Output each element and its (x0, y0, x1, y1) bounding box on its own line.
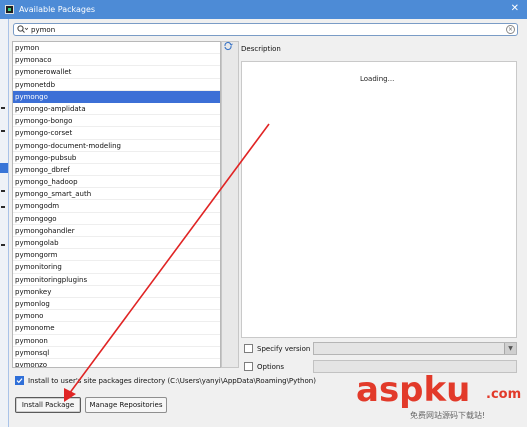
package-row[interactable]: pymonome (13, 322, 220, 335)
manage-repositories-button[interactable]: Manage Repositories (85, 397, 167, 413)
package-row[interactable]: pymonitoringplugins (13, 274, 220, 286)
install-to-user-row[interactable]: Install to user's site packages director… (15, 376, 316, 385)
search-input[interactable]: pymon × (13, 23, 518, 36)
dialog-body: pymon × pymon pymonaco pymonerowallet pymon… (8, 19, 527, 427)
options-field[interactable] (313, 360, 517, 373)
package-row[interactable]: pymongo-corset (13, 127, 220, 140)
package-row[interactable]: pymongo-bongo (13, 115, 220, 128)
options-row[interactable]: Options (244, 362, 284, 371)
specify-version-label: Specify version (257, 344, 311, 353)
options-label: Options (257, 362, 285, 371)
strip-selection (0, 163, 8, 173)
package-row[interactable]: pymongo_hadoop (13, 176, 220, 189)
package-row[interactable]: pymongo_dbref (13, 164, 220, 177)
package-list-scrollbar[interactable] (221, 41, 239, 368)
strip-mark (1, 190, 5, 192)
window-title: Available Packages (19, 5, 96, 14)
description-label: Description (241, 45, 281, 53)
search-value: pymon (31, 25, 56, 34)
install-package-button[interactable]: Install Package (15, 397, 81, 413)
loading-text: Loading... (360, 75, 395, 83)
package-row[interactable]: pymonetdb (13, 79, 220, 91)
reload-icon[interactable] (223, 41, 233, 51)
package-row[interactable]: pymongo-amplidata (13, 103, 220, 116)
package-row[interactable]: pymonon (13, 335, 220, 347)
clear-search-icon[interactable]: × (506, 25, 515, 34)
specify-version-checkbox[interactable] (244, 344, 253, 353)
check-icon (16, 378, 23, 384)
strip-mark (1, 244, 5, 246)
package-row[interactable]: pymongolab (13, 237, 220, 250)
package-row[interactable]: pymongo-pubsub (13, 152, 220, 164)
package-row[interactable]: pymongorm (13, 249, 220, 262)
app-icon (5, 5, 14, 14)
package-row[interactable]: pymongo_smart_auth (13, 188, 220, 201)
install-to-user-checkbox[interactable] (15, 376, 24, 385)
package-row[interactable]: pymonsql (13, 347, 220, 359)
package-row[interactable]: pymonaco (13, 54, 220, 67)
background-ide-strip (0, 19, 8, 427)
close-icon[interactable]: ✕ (511, 3, 519, 15)
package-row[interactable]: pymongodm (13, 200, 220, 213)
strip-mark (1, 206, 5, 208)
strip-mark (1, 130, 5, 132)
strip-mark (1, 107, 5, 109)
package-row[interactable]: pymonerowallet (13, 66, 220, 79)
package-row[interactable]: pymongo-document-modeling (13, 140, 220, 152)
version-select[interactable]: ▼ (313, 342, 517, 355)
window-titlebar: Available Packages ✕ (0, 0, 527, 19)
package-row[interactable]: pymongo (13, 90, 220, 103)
search-icon (17, 25, 29, 34)
package-list[interactable]: pymon pymonaco pymonerowallet pymonetdb pymo… (12, 41, 221, 368)
package-row[interactable]: pymonkey (13, 286, 220, 298)
package-row[interactable]: pymono (13, 310, 220, 323)
install-to-user-label: Install to user's site packages director… (28, 376, 316, 385)
specify-version-row[interactable]: Specify version (244, 344, 310, 353)
package-row[interactable]: pymongogo (13, 213, 220, 225)
description-panel: Loading... (241, 61, 517, 338)
package-row[interactable]: pymonzo (13, 359, 220, 367)
package-row[interactable]: pymon (13, 42, 220, 55)
chevron-down-icon[interactable]: ▼ (504, 343, 516, 354)
package-row[interactable]: pymonitoring (13, 261, 220, 274)
package-row[interactable]: pymonlog (13, 298, 220, 311)
options-checkbox[interactable] (244, 362, 253, 371)
package-row[interactable]: pymongohandler (13, 225, 220, 237)
